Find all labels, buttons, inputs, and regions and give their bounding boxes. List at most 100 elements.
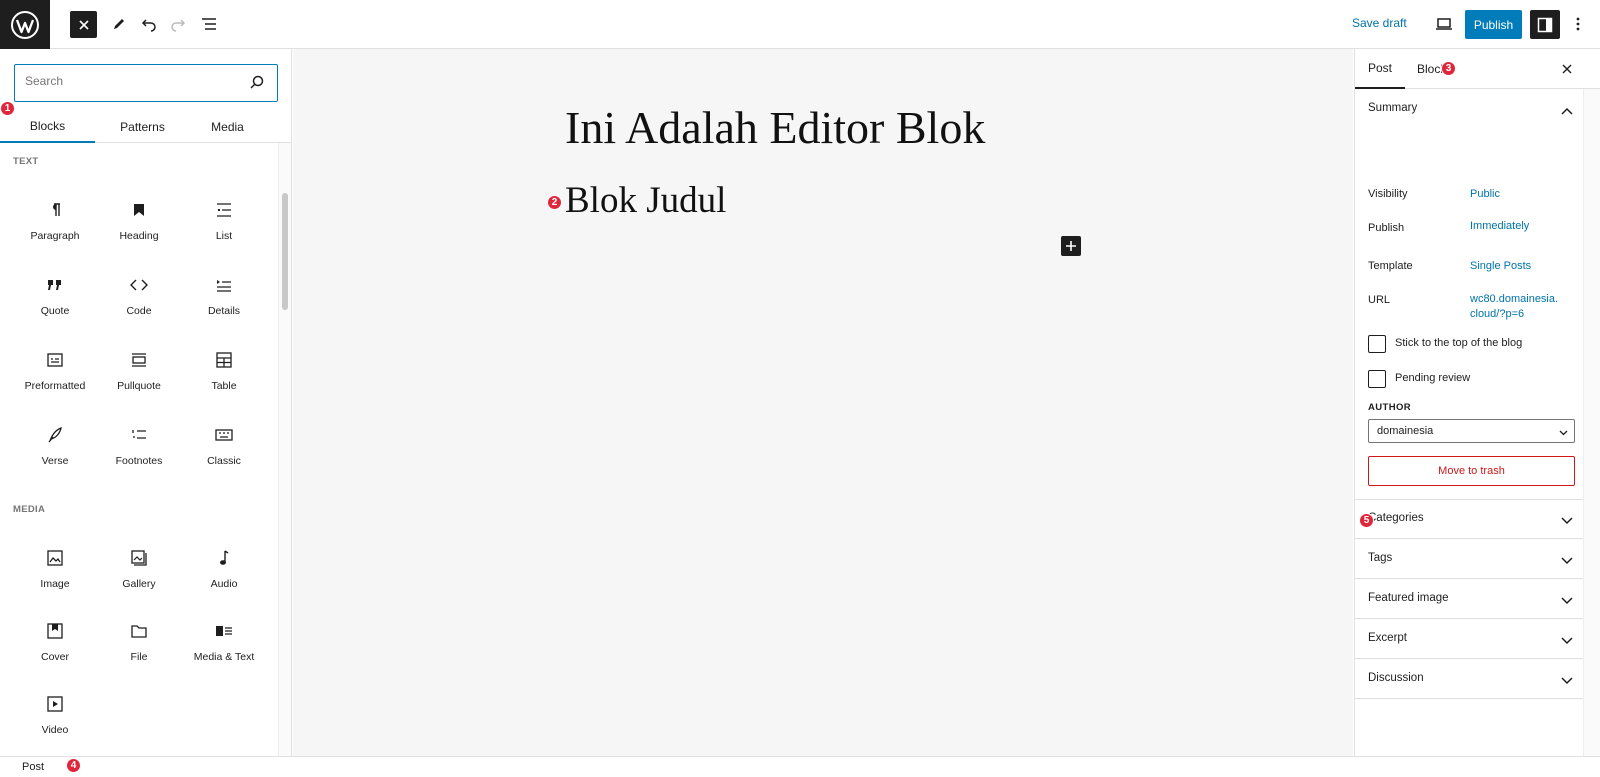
tab-patterns[interactable]: Patterns: [95, 111, 190, 143]
block-label: Heading: [119, 230, 159, 242]
sidebar-scrollbar[interactable]: [1583, 89, 1600, 756]
chevron-down-icon: [1561, 672, 1573, 690]
gallery-icon: [129, 548, 149, 568]
block-paragraph[interactable]: Paragraph: [14, 188, 96, 258]
video-icon: [45, 694, 65, 714]
block-breadcrumb-bar: Post 4: [0, 756, 1600, 777]
undo-button[interactable]: [135, 10, 163, 38]
document-overview-button[interactable]: [195, 10, 223, 38]
block-footnotes[interactable]: Footnotes: [98, 413, 180, 483]
block-video[interactable]: Video: [14, 682, 96, 752]
block-label: Media & Text: [193, 651, 255, 663]
block-label: Paragraph: [30, 230, 80, 242]
excerpt-title: Excerpt: [1368, 632, 1407, 644]
block-heading[interactable]: Heading: [98, 188, 180, 258]
block-label: List: [215, 230, 233, 242]
author-value: domainesia: [1377, 425, 1434, 437]
settings-button[interactable]: [1530, 10, 1560, 39]
footnotes-icon: [129, 425, 149, 445]
inserter-scrollbar[interactable]: [278, 143, 291, 756]
tools-button[interactable]: [105, 10, 133, 38]
chevron-down-icon: [1561, 552, 1573, 570]
add-block-button[interactable]: [1061, 236, 1081, 256]
sidebar-tabs: Post Block 3: [1355, 49, 1600, 89]
annotation-badge-4: 4: [66, 758, 81, 773]
preview-button[interactable]: [1430, 10, 1458, 38]
visibility-label: Visibility: [1368, 188, 1408, 200]
redo-icon: [171, 19, 186, 32]
details-icon: [214, 275, 234, 295]
block-label: Table: [211, 380, 237, 392]
block-classic[interactable]: Classic: [183, 413, 265, 483]
author-select[interactable]: domainesia: [1368, 419, 1575, 443]
save-draft-button[interactable]: Save draft: [1352, 16, 1407, 30]
tab-blocks[interactable]: Blocks: [0, 111, 95, 143]
block-image[interactable]: Image: [14, 536, 96, 606]
post-title[interactable]: Ini Adalah Editor Blok: [565, 101, 985, 154]
block-table[interactable]: Table: [183, 338, 265, 408]
block-verse[interactable]: Verse: [14, 413, 96, 483]
options-button[interactable]: [1564, 10, 1592, 38]
block-label: Code: [126, 305, 152, 317]
block-label: Quote: [40, 305, 70, 317]
block-label: Details: [207, 305, 241, 317]
table-icon: [214, 350, 234, 370]
featured-image-title: Featured image: [1368, 592, 1449, 604]
block-details[interactable]: Details: [183, 263, 265, 333]
block-label: Gallery: [122, 578, 156, 590]
undo-icon: [141, 19, 156, 32]
block-audio[interactable]: Audio: [183, 536, 265, 606]
pending-review-checkbox[interactable]: [1368, 370, 1386, 388]
chevron-up-icon: [1561, 102, 1573, 120]
publish-button[interactable]: Publish: [1465, 10, 1522, 39]
sidebar-icon: [1537, 17, 1553, 32]
block-file[interactable]: File: [98, 609, 180, 679]
annotation-badge-5: 5: [1359, 513, 1374, 528]
excerpt-panel-toggle[interactable]: Excerpt: [1355, 619, 1583, 659]
block-preformatted[interactable]: Preformatted: [14, 338, 96, 408]
block-quote[interactable]: Quote: [14, 263, 96, 333]
url-value[interactable]: wc80.domainesia. cloud/?p=6: [1470, 292, 1580, 322]
block-label: File: [130, 651, 148, 663]
move-to-trash-button[interactable]: Move to trash: [1368, 456, 1575, 486]
list-icon: [214, 200, 234, 220]
block-pullquote[interactable]: Pullquote: [98, 338, 180, 408]
visibility-value[interactable]: Public: [1470, 187, 1580, 202]
block-list[interactable]: List: [183, 188, 265, 258]
template-value[interactable]: Single Posts: [1470, 259, 1580, 274]
tab-media[interactable]: Media: [180, 111, 275, 143]
pencil-icon: [114, 19, 124, 29]
block-search: [14, 64, 278, 102]
laptop-icon: [1436, 18, 1452, 30]
categories-panel-toggle[interactable]: Categories: [1355, 499, 1583, 539]
category-text-heading: TEXT: [13, 156, 39, 167]
block-label: Audio: [210, 578, 238, 590]
tags-panel-toggle[interactable]: Tags: [1355, 539, 1583, 579]
sticky-checkbox[interactable]: [1368, 335, 1386, 353]
discussion-panel-toggle[interactable]: Discussion: [1355, 659, 1583, 699]
publish-date-value[interactable]: Immediately: [1470, 219, 1580, 234]
block-label: Footnotes: [115, 455, 163, 467]
close-icon: [78, 19, 89, 30]
block-search-input[interactable]: [25, 74, 225, 88]
featured-image-panel-toggle[interactable]: Featured image: [1355, 579, 1583, 619]
scrollbar-thumb[interactable]: [282, 193, 288, 310]
chevron-down-icon: [1561, 512, 1573, 530]
close-sidebar-button[interactable]: [1559, 61, 1575, 77]
block-code[interactable]: Code: [98, 263, 180, 333]
quote-icon: [45, 275, 65, 295]
category-media-heading: MEDIA: [13, 504, 46, 515]
categories-title: Categories: [1368, 512, 1424, 524]
close-inserter-button[interactable]: [70, 11, 97, 38]
redo-button[interactable]: [164, 10, 192, 38]
block-label: Image: [40, 578, 70, 590]
block-cover[interactable]: Cover: [14, 609, 96, 679]
summary-panel-toggle[interactable]: Summary: [1355, 89, 1583, 129]
heading-block[interactable]: Blok Judul: [565, 179, 726, 222]
breadcrumb-post[interactable]: Post: [22, 761, 44, 773]
block-media-text[interactable]: Media & Text: [183, 609, 265, 679]
wordpress-logo-icon[interactable]: [0, 0, 50, 49]
block-gallery[interactable]: Gallery: [98, 536, 180, 606]
tab-post[interactable]: Post: [1355, 49, 1406, 89]
pending-review-label: Pending review: [1395, 372, 1471, 384]
